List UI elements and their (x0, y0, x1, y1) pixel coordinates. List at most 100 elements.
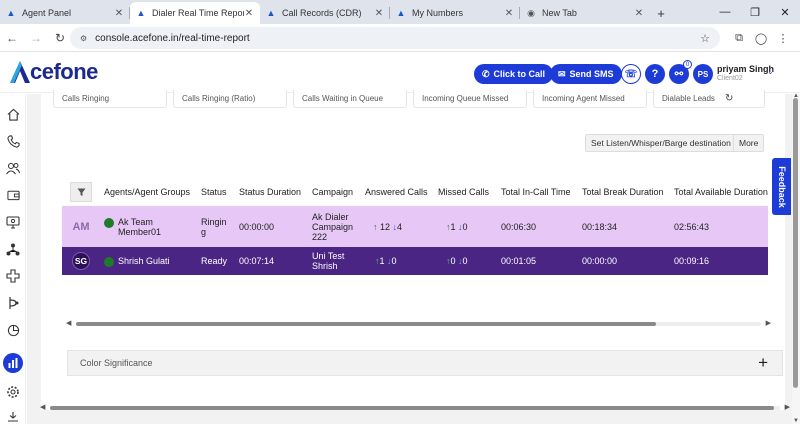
kpi-dialable-leads[interactable]: Dialable Leads ↻ (653, 90, 765, 108)
close-icon[interactable]: ✕ (244, 8, 254, 19)
answered-down-count: 4 (397, 221, 403, 232)
profile-icon[interactable]: ◯ (750, 28, 772, 48)
ivr-flow-icon[interactable] (3, 293, 23, 313)
column-header-answered-calls[interactable]: Answered Calls (361, 178, 434, 206)
set-listen-whisper-barge-button[interactable]: Set Listen/Whisper/Barge destination (585, 134, 737, 152)
agent-status: Ringing (197, 206, 235, 247)
filter-cell (62, 178, 100, 206)
scroll-right-icon[interactable]: ▶ (785, 403, 790, 411)
download-icon[interactable] (3, 407, 23, 424)
kpi-label: Incoming Agent Missed (542, 94, 625, 103)
reports-icon[interactable] (3, 353, 23, 373)
extensions-icon[interactable]: ⧉ (728, 28, 750, 48)
tab-label: Call Records (CDR) (282, 8, 362, 18)
home-icon[interactable] (3, 104, 23, 124)
table-row[interactable]: SG Shrish Gulati Ready 00:07:14 Uni Test… (62, 247, 768, 275)
phone-icon[interactable] (3, 131, 23, 151)
close-icon[interactable]: ✕ (634, 8, 644, 19)
browser-tab-dialer-real-time-report[interactable]: ▲ Dialer Real Time Report ✕ (130, 2, 260, 24)
scroll-right-icon[interactable]: ▶ (766, 319, 771, 327)
column-header-status-duration[interactable]: Status Duration (235, 178, 308, 206)
missed-calls: ↑1 ↓0 (434, 206, 497, 247)
feedback-button[interactable]: Feedback (772, 158, 791, 215)
click-to-call-button[interactable]: ✆ Click to Call (474, 64, 554, 84)
pie-chart-icon[interactable] (3, 320, 23, 340)
page-vertical-scrollbar[interactable]: ▲ ▼ (792, 93, 800, 424)
column-header-agents[interactable]: Agents/Agent Groups (100, 178, 197, 206)
table-row[interactable]: AM Ak Team Member01 Ringing 00:00:00 Ak … (62, 206, 768, 247)
forward-icon[interactable]: → (24, 26, 48, 50)
browser-tab-call-records[interactable]: ▲ Call Records (CDR) ✕ (260, 2, 390, 24)
expand-icon[interactable]: + (758, 353, 768, 373)
scrollbar-thumb[interactable] (76, 322, 656, 326)
refresh-icon[interactable]: ↻ (725, 93, 733, 104)
answered-calls: ↑1 ↓0 (361, 247, 434, 275)
close-window-icon[interactable]: ✕ (770, 0, 800, 24)
avatar[interactable]: PS (693, 64, 713, 84)
scrollbar-thumb[interactable] (793, 98, 798, 388)
column-header-break-duration[interactable]: Total Break Duration (578, 178, 670, 206)
settings-icon[interactable] (3, 382, 23, 402)
missed-down-count: 0 (462, 256, 468, 266)
table-horizontal-scrollbar[interactable]: ◀ ▶ (66, 320, 771, 328)
scroll-left-icon[interactable]: ◀ (40, 403, 45, 411)
chevron-down-icon[interactable]: ⌄ (767, 67, 774, 76)
url-field[interactable]: ⚙ console.acefone.in/real-time-report ☆ (70, 27, 720, 49)
click-to-call-label: Click to Call (493, 69, 546, 79)
user-name[interactable]: priyam Singh (717, 64, 774, 74)
browser-tab-new-tab[interactable]: ◉ New Tab ✕ (520, 2, 650, 24)
scroll-down-icon[interactable]: ▼ (792, 418, 800, 424)
close-icon[interactable]: ✕ (374, 8, 384, 19)
column-header-status[interactable]: Status (197, 178, 235, 206)
kpi-calls-ringing[interactable]: Calls Ringing (53, 90, 167, 108)
integrations-icon[interactable] (3, 266, 23, 286)
browser-tab-agent-panel[interactable]: ▲ Agent Panel ✕ (0, 2, 130, 24)
agents-table: Agents/Agent Groups Status Status Durati… (62, 178, 768, 372)
scroll-left-icon[interactable]: ◀ (66, 319, 71, 327)
minimize-icon[interactable]: — (710, 0, 740, 24)
column-header-missed-calls[interactable]: Missed Calls (434, 178, 497, 206)
in-call-time: 00:06:30 (497, 206, 578, 247)
more-button[interactable]: More (733, 134, 765, 152)
bookmark-star-icon[interactable]: ☆ (700, 32, 710, 45)
page-horizontal-scrollbar[interactable]: ◀ ▶ (40, 404, 790, 412)
missed-up-count: 0 (450, 256, 456, 266)
users-icon[interactable] (3, 158, 23, 178)
kpi-incoming-agent-missed[interactable]: Incoming Agent Missed (533, 90, 647, 108)
close-icon[interactable]: ✕ (114, 8, 124, 19)
avatar: AM (69, 217, 93, 236)
close-icon[interactable]: ✕ (504, 8, 514, 19)
kpi-incoming-queue-missed[interactable]: Incoming Queue Missed (413, 90, 527, 108)
column-header-in-call-time[interactable]: Total In-Call Time (497, 178, 578, 206)
site-info-icon[interactable]: ⚙ (80, 34, 87, 43)
column-header-available-duration[interactable]: Total Available Duration (670, 178, 768, 206)
missed-down-count: 0 (462, 221, 468, 232)
kpi-calls-ringing-ratio[interactable]: Calls Ringing (Ratio) (173, 90, 287, 108)
notification-badge: 0 (683, 60, 692, 69)
menu-icon[interactable]: ⋮ (772, 28, 794, 48)
scrollbar-thumb[interactable] (50, 406, 774, 410)
tab-label: Dialer Real Time Report (152, 8, 244, 18)
answered-down-count: 0 (391, 256, 397, 266)
maximize-icon[interactable]: ❐ (740, 0, 770, 24)
filter-button[interactable] (70, 182, 92, 202)
color-significance-panel[interactable]: Color Significance + (67, 350, 783, 376)
acefone-icon: ▲ (6, 8, 16, 18)
kpi-calls-waiting[interactable]: Calls Waiting in Queue (293, 90, 407, 108)
wallet-icon[interactable] (3, 185, 23, 205)
reload-icon[interactable]: ↻ (48, 26, 72, 50)
acefone-logo[interactable]: cefone (8, 57, 98, 87)
phone-icon: ✆ (482, 68, 490, 79)
help-button[interactable]: ? (645, 64, 665, 84)
new-tab-button[interactable]: + (650, 2, 672, 24)
mail-icon: ✉ (558, 68, 566, 79)
agent-name: Shrish Gulati (118, 255, 170, 266)
monitor-settings-icon[interactable] (3, 212, 23, 232)
kpi-label: Dialable Leads (662, 94, 715, 103)
column-header-campaign[interactable]: Campaign (308, 178, 361, 206)
send-sms-button[interactable]: ✉ Send SMS (550, 64, 622, 84)
browser-tab-my-numbers[interactable]: ▲ My Numbers ✕ (390, 2, 520, 24)
back-icon[interactable]: ← (0, 26, 24, 50)
agent-status-button[interactable]: ☏ (621, 64, 641, 84)
hierarchy-icon[interactable] (3, 239, 23, 259)
